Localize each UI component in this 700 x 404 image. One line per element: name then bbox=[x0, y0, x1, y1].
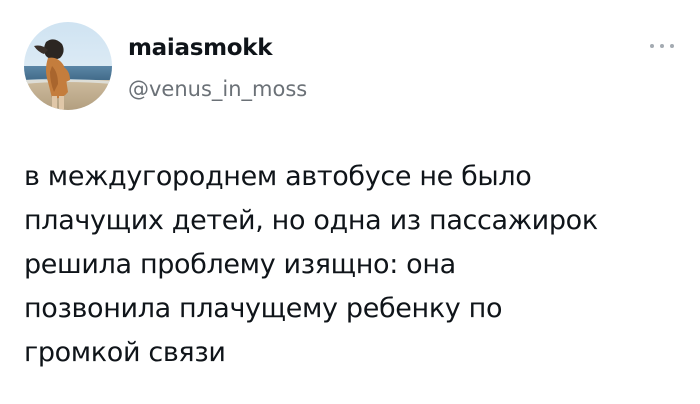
tweet-text-line: плачущих детей, но одна из пассажирок bbox=[24, 205, 598, 236]
more-dot bbox=[660, 44, 664, 48]
avatar-photo bbox=[24, 22, 112, 110]
more-dot bbox=[670, 44, 674, 48]
display-name[interactable]: maiasmokk bbox=[128, 34, 307, 62]
user-handle[interactable]: @venus_in_moss bbox=[128, 76, 307, 102]
tweet-card: maiasmokk @venus_in_moss в междугороднем… bbox=[0, 0, 700, 404]
more-options-icon[interactable] bbox=[648, 40, 676, 52]
tweet-text-line: в междугороднем автобусе не было bbox=[24, 161, 532, 192]
author-names: maiasmokk @venus_in_moss bbox=[128, 34, 307, 102]
tweet-text-line: громкой связи bbox=[24, 337, 226, 368]
tweet-text-line: решила проблему изящно: она bbox=[24, 249, 456, 280]
avatar[interactable] bbox=[24, 22, 112, 110]
tweet-header: maiasmokk @venus_in_moss bbox=[24, 22, 676, 112]
tweet-text: в междугороднем автобусе не было плачущи… bbox=[24, 155, 674, 375]
tweet-text-line: позвонила плачущему ребенку по bbox=[24, 293, 503, 324]
more-dot bbox=[650, 44, 654, 48]
